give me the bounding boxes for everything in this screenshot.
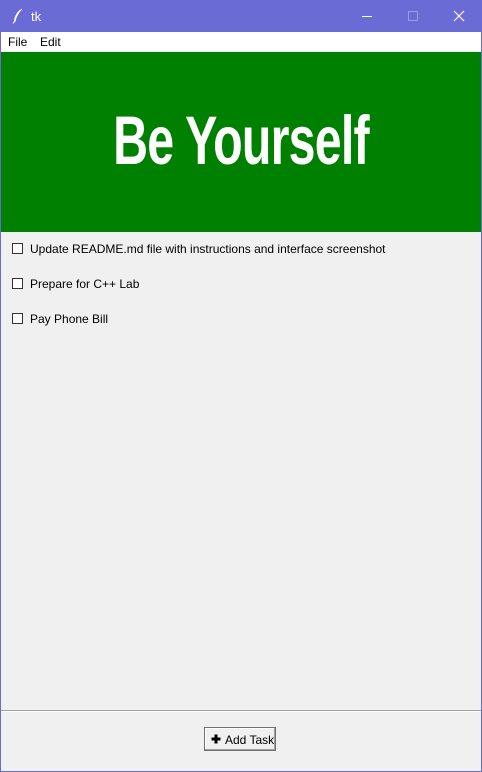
- menu-bar: File Edit: [1, 32, 481, 51]
- footer-divider: [1, 710, 481, 712]
- task-label[interactable]: Prepare for C++ Lab: [30, 277, 139, 291]
- window-title: tk: [31, 9, 42, 24]
- add-task-button[interactable]: Add Task: [204, 727, 276, 751]
- banner-text: Be Yourself: [113, 103, 369, 180]
- menu-file[interactable]: File: [8, 35, 27, 49]
- motivation-banner: Be Yourself: [1, 52, 481, 232]
- maximize-icon: [408, 11, 418, 21]
- plus-icon: [211, 734, 221, 744]
- task-label[interactable]: Pay Phone Bill: [30, 312, 108, 326]
- close-button[interactable]: [436, 1, 482, 32]
- menu-edit[interactable]: Edit: [40, 35, 61, 49]
- task-checkbox[interactable]: [12, 278, 23, 289]
- minimize-icon: [362, 16, 372, 17]
- add-task-label: Add Task: [225, 733, 275, 747]
- app-window: tk File Edit Be Yourself Update README.m…: [0, 0, 482, 772]
- feather-icon: [12, 8, 23, 24]
- title-bar[interactable]: tk: [1, 1, 481, 32]
- maximize-button: [390, 1, 436, 32]
- task-label[interactable]: Update README.md file with instructions …: [30, 242, 386, 256]
- minimize-button[interactable]: [344, 1, 390, 32]
- task-checkbox[interactable]: [12, 313, 23, 324]
- close-icon: [453, 10, 465, 22]
- task-checkbox[interactable]: [12, 243, 23, 254]
